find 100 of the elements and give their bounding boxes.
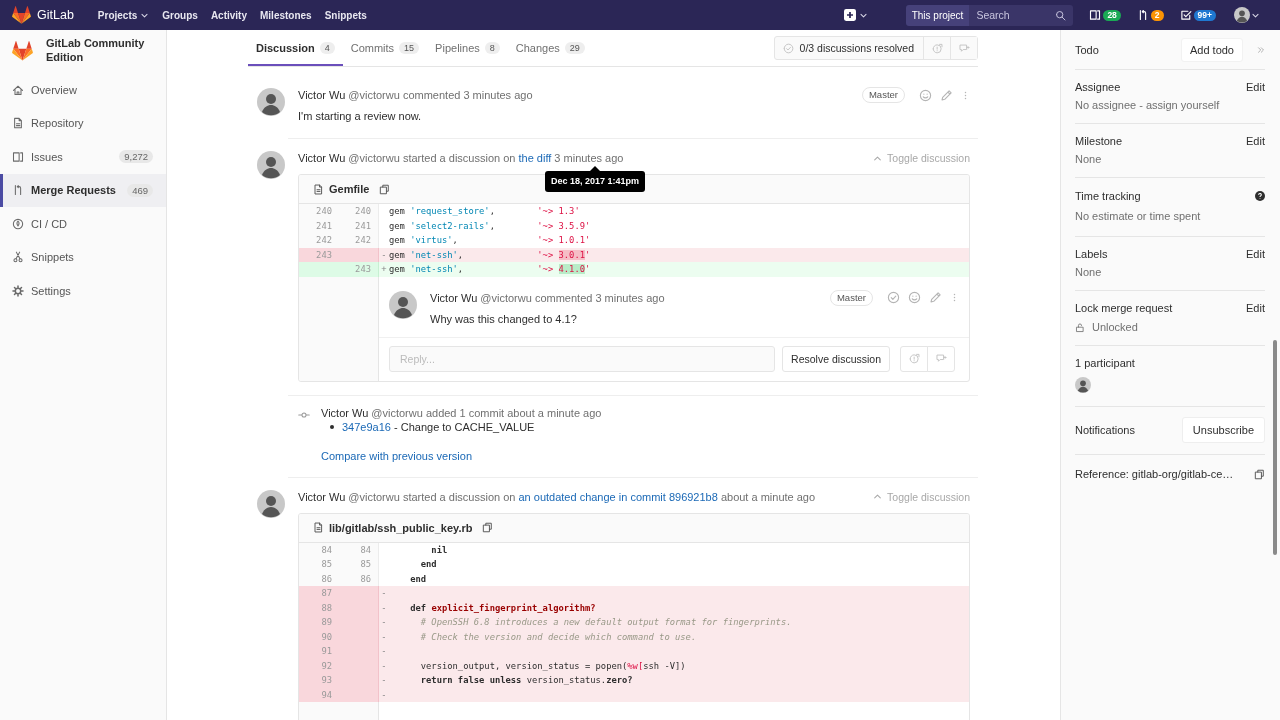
tab[interactable]: Changes 29 bbox=[507, 30, 593, 66]
nav-menu-link[interactable]: Milestones bbox=[260, 9, 312, 21]
count-badge: 99+ bbox=[1193, 9, 1216, 21]
note-header: Victor Wu @victorwu commented 3 minutes ago bbox=[298, 88, 534, 103]
brand-name[interactable]: GitLab bbox=[37, 8, 74, 22]
sidebar-nav-item[interactable]: CI / CD bbox=[0, 207, 166, 241]
circle-exclamation-icon bbox=[908, 353, 920, 364]
edit-link[interactable]: Edit bbox=[1246, 79, 1265, 95]
commit-sha-link[interactable]: 347e9a16 bbox=[342, 420, 391, 433]
user-avatar-icon[interactable] bbox=[1075, 377, 1091, 393]
search-field[interactable]: Search bbox=[969, 4, 1074, 26]
edit-link[interactable]: Edit bbox=[1246, 246, 1265, 262]
discussion-header: Victor Wu @victorwu started a discussion on an outdated change in commit 896921b8 about a minute ago bbox=[298, 489, 817, 505]
comment-text: I'm starting a review now. bbox=[298, 109, 423, 124]
block-title: Milestone bbox=[1075, 134, 1123, 149]
sidebar-nav-item[interactable]: Snippets bbox=[0, 240, 166, 274]
file-icon bbox=[313, 183, 324, 195]
code-line: gem 'virtus', '~> 1.0.1' bbox=[388, 234, 592, 247]
nav-menu-link[interactable]: Groups bbox=[162, 9, 198, 21]
tab[interactable]: Discussion 4 bbox=[248, 30, 343, 66]
note-header: Victor Wu @victorwu commented 3 minutes ago bbox=[430, 290, 666, 306]
line-number-cell bbox=[299, 262, 339, 277]
block-title: Notifications bbox=[1075, 423, 1135, 438]
sidebar-nav-item[interactable]: Repository bbox=[0, 106, 166, 140]
block-title: Assignee bbox=[1075, 80, 1121, 95]
nav-menu-link[interactable]: Snippets bbox=[324, 9, 367, 21]
merge-request-icon bbox=[12, 184, 24, 197]
system-note-header: Victor Wu @victorwu added 1 commit about a minute ago bbox=[321, 406, 602, 419]
scrollbar-thumb[interactable] bbox=[1273, 340, 1277, 555]
unsubscribe-button[interactable]: Unsubscribe bbox=[1181, 417, 1265, 443]
line-number-cell: 243 bbox=[339, 262, 379, 277]
plus-square-icon[interactable] bbox=[843, 9, 856, 21]
count-badge: 9,272 bbox=[119, 150, 153, 164]
sidebar-nav-item[interactable]: Settings bbox=[0, 274, 166, 308]
tab[interactable]: Pipelines 8 bbox=[427, 30, 508, 66]
sidebar-nav-item[interactable]: Merge Requests 469 bbox=[0, 173, 166, 207]
diff-link[interactable]: an outdated change in commit 896921b8 bbox=[518, 490, 718, 503]
count-badge: 28 bbox=[1103, 9, 1121, 21]
edit-link[interactable]: Edit bbox=[1246, 300, 1265, 316]
sidebar-nav-item[interactable]: Issues 9,272 bbox=[0, 140, 166, 174]
block-title: Labels bbox=[1075, 247, 1108, 262]
circle-exclamation-icon bbox=[931, 42, 943, 54]
block-value: None bbox=[1075, 265, 1103, 280]
edit-link[interactable]: Edit bbox=[1246, 133, 1265, 149]
code-line: end bbox=[409, 572, 428, 586]
copy-icon[interactable] bbox=[379, 183, 391, 195]
user-avatar-icon[interactable] bbox=[389, 290, 417, 319]
line-number-cell: 89 bbox=[299, 615, 339, 630]
nav-menu-link[interactable]: Projects bbox=[97, 9, 150, 21]
comment-text: Why was this changed to 4.1? bbox=[430, 311, 578, 327]
line-number-cell: 242 bbox=[339, 233, 379, 248]
count-badge: 469 bbox=[127, 183, 153, 197]
code-line: gem 'select2-rails', '~> 3.5.9' bbox=[388, 219, 592, 233]
line-number-cell: 93 bbox=[299, 673, 339, 688]
code-line: nil bbox=[430, 543, 449, 557]
resolve-discussion-button[interactable]: Resolve discussion bbox=[782, 345, 890, 372]
line-number-cell: 85 bbox=[339, 557, 379, 572]
user-avatar-icon[interactable] bbox=[1234, 7, 1250, 23]
discussion-header: Victor Wu @victorwu started a discussion on the diff 3 minutes ago bbox=[298, 151, 625, 166]
diff-link[interactable]: the diff bbox=[518, 152, 552, 164]
user-avatar-icon[interactable] bbox=[257, 151, 285, 179]
nav-menu-link[interactable]: Activity bbox=[210, 9, 247, 21]
bullet-icon bbox=[330, 424, 334, 429]
file-icon bbox=[313, 522, 324, 533]
document-icon bbox=[12, 117, 24, 130]
scissors-icon bbox=[12, 251, 24, 264]
reply-field[interactable]: Reply... bbox=[389, 345, 776, 372]
line-number-cell: 242 bbox=[299, 233, 339, 248]
user-avatar-icon[interactable] bbox=[257, 489, 285, 518]
settings-icon bbox=[12, 284, 24, 297]
fox-logo-icon[interactable] bbox=[12, 41, 33, 61]
count-badge: 29 bbox=[564, 42, 585, 54]
line-number-cell: 87 bbox=[299, 586, 339, 601]
open-lock-icon bbox=[1075, 321, 1085, 333]
block-title: Reference: gitlab-org/gitlab-ce… bbox=[1075, 467, 1234, 482]
todo-check-icon[interactable] bbox=[1179, 9, 1192, 21]
scope-button[interactable]: This project bbox=[905, 4, 970, 26]
sidebar-nav-item[interactable]: Overview bbox=[0, 73, 166, 107]
user-avatar-icon[interactable] bbox=[257, 88, 285, 116]
help-icon[interactable] bbox=[1255, 191, 1265, 201]
line-number-cell: 240 bbox=[299, 204, 339, 219]
search-icon[interactable] bbox=[1055, 9, 1067, 21]
issues-icon[interactable] bbox=[1089, 9, 1102, 21]
fox-logo-icon[interactable] bbox=[12, 6, 31, 24]
block-title: 1 participant bbox=[1075, 356, 1135, 371]
block-value: No estimate or time spent bbox=[1075, 209, 1202, 224]
file-name: Gemfile bbox=[329, 183, 370, 195]
code-line: end bbox=[419, 558, 438, 571]
issues-icon bbox=[12, 150, 24, 163]
tab[interactable]: Commits 15 bbox=[342, 30, 428, 66]
block-title: Lock merge request bbox=[1075, 301, 1173, 316]
count-badge: 8 bbox=[484, 42, 500, 54]
lock-status-text: Unlocked bbox=[1092, 320, 1138, 335]
block-title: Time tracking bbox=[1075, 189, 1141, 204]
copy-icon[interactable] bbox=[1254, 468, 1265, 480]
count-badge: 4 bbox=[319, 42, 335, 54]
add-todo-button[interactable]: Add todo bbox=[1180, 37, 1243, 62]
project-name[interactable]: GitLab Community Edition bbox=[46, 36, 152, 64]
compare-versions-link[interactable]: Compare with previous version bbox=[321, 447, 472, 464]
copy-icon[interactable] bbox=[482, 522, 494, 533]
